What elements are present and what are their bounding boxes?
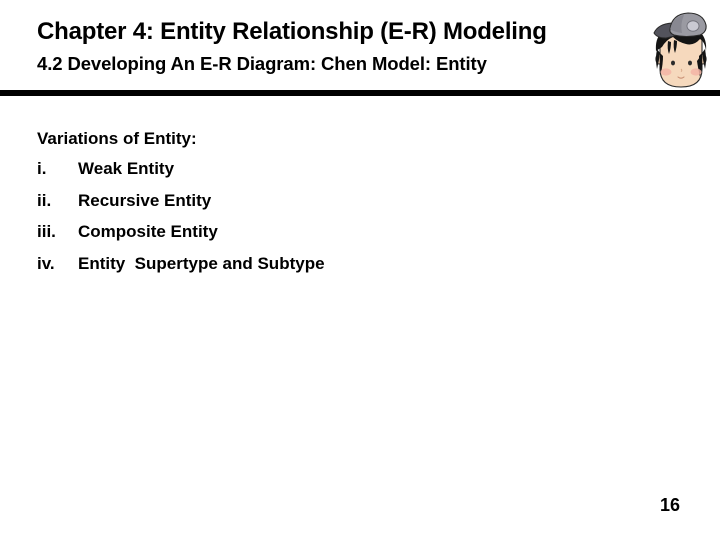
- page-title: Chapter 4: Entity Relationship (E-R) Mod…: [37, 18, 547, 45]
- page-subtitle: 4.2 Developing An E-R Diagram: Chen Mode…: [37, 53, 487, 74]
- slide-body: Variations of Entity: i. Weak Entity ii.…: [0, 96, 720, 496]
- list-item-label: Composite Entity: [78, 222, 218, 241]
- avatar: [648, 7, 714, 91]
- student-avatar-icon: [653, 12, 707, 88]
- list-item: iv. Entity Supertype and Subtype: [37, 254, 557, 286]
- page-number: 16: [659, 495, 680, 515]
- list-item-marker: iv.: [37, 253, 55, 273]
- list-item-label: Weak Entity: [78, 159, 175, 178]
- list-item-marker: iii.: [37, 222, 56, 241]
- variations-list: i. Weak Entity ii. Recursive Entity iii.…: [37, 159, 557, 285]
- slide: Chapter 4: Entity Relationship (E-R) Mod…: [0, 0, 720, 540]
- slide-header: Chapter 4: Entity Relationship (E-R) Mod…: [0, 0, 720, 90]
- list-item: i. Weak Entity: [37, 159, 557, 191]
- list-item-label: Entity Supertype and Subtype: [78, 253, 325, 273]
- list-item-marker: ii.: [37, 190, 52, 210]
- content-lead: Variations of Entity:: [37, 129, 197, 148]
- list-item: iii. Composite Entity: [37, 222, 557, 254]
- list-item: ii. Recursive Entity: [37, 191, 557, 223]
- list-item-marker: i.: [37, 159, 47, 178]
- list-item-label: Recursive Entity: [78, 190, 212, 210]
